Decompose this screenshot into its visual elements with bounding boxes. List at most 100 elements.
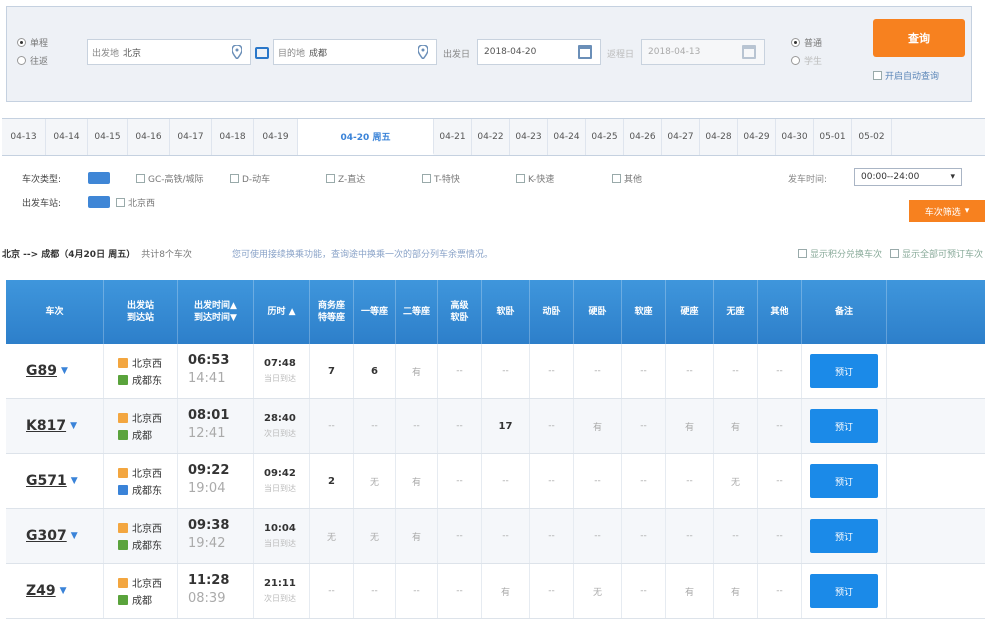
depart-field[interactable]: 2018-04-20	[477, 39, 601, 65]
seat-availability: --	[310, 564, 354, 618]
depart-time-select[interactable]: 00:00--24:00 ▾	[854, 168, 962, 186]
book-button[interactable]: 预订	[810, 464, 878, 498]
date-tab[interactable]: 04-20 周五	[298, 119, 434, 155]
trip-single-option[interactable]: 单程	[17, 33, 48, 51]
radio-icon[interactable]	[17, 55, 26, 65]
date-tab[interactable]: 04-16	[128, 119, 170, 155]
date-tab[interactable]: 04-19	[254, 119, 298, 155]
location-pin-icon[interactable]	[232, 45, 242, 59]
date-tab[interactable]: 04-27	[662, 119, 700, 155]
checkbox-icon[interactable]	[889, 248, 899, 258]
from-field[interactable]: 出发地 北京	[87, 39, 251, 65]
book-button[interactable]: 预订	[810, 519, 878, 553]
chevron-down-icon[interactable]: ▼	[70, 421, 77, 431]
date-tab[interactable]: 04-17	[170, 119, 212, 155]
book-button[interactable]: 预订	[810, 354, 878, 388]
search-button[interactable]: 查询	[873, 19, 965, 57]
column-header[interactable]: 历时 ▲	[254, 280, 310, 344]
result-count: 共计8个车次	[141, 249, 192, 260]
seat-availability: 有	[666, 399, 714, 453]
station-cell: 北京西 成都东	[104, 344, 178, 398]
date-tab[interactable]: 05-01	[814, 119, 852, 155]
duration-cell: 09:42 当日到达	[254, 454, 310, 508]
calendar-icon[interactable]	[578, 45, 592, 59]
from-input[interactable]: 北京	[123, 46, 250, 59]
chevron-down-icon[interactable]: ▼	[71, 531, 78, 541]
type-student-option[interactable]: 学生	[791, 51, 822, 69]
type-normal-option[interactable]: 普通	[791, 33, 822, 51]
transfer-hint[interactable]: 您可使用接续换乘功能，查询途中换乘一次的部分列车余票情况。	[232, 247, 493, 260]
date-tab[interactable]: 04-25	[586, 119, 624, 155]
filter-type-gc[interactable]: GC-高铁/城际	[136, 172, 204, 185]
departure-station-name: 北京西	[132, 359, 162, 370]
arrival-time: 19:04	[188, 481, 226, 496]
filter-type-label: D-动车	[242, 175, 271, 185]
auto-query-option[interactable]: 开启自动查询	[873, 69, 939, 82]
date-tab[interactable]: 04-24	[548, 119, 586, 155]
chevron-down-icon[interactable]: ▼	[60, 586, 67, 596]
train-number-link[interactable]: G307	[26, 528, 67, 544]
date-tab[interactable]: 04-21	[434, 119, 472, 155]
date-tab[interactable]: 04-18	[212, 119, 254, 155]
date-tab[interactable]: 04-14	[46, 119, 88, 155]
checkbox-icon[interactable]	[873, 71, 882, 80]
date-tab[interactable]: 04-29	[738, 119, 776, 155]
checkbox-icon[interactable]	[326, 174, 335, 183]
book-button[interactable]: 预订	[810, 574, 878, 608]
filter-type-t[interactable]: T-特快	[422, 172, 460, 185]
all-types-chip[interactable]	[88, 172, 110, 184]
column-header[interactable]: 出发时间▲ 到达时间▼	[178, 280, 254, 344]
seat-availability: --	[758, 399, 802, 453]
time-cell: 08:01 12:41	[178, 399, 254, 453]
date-tab[interactable]: 04-30	[776, 119, 814, 155]
type-student-label: 学生	[804, 56, 823, 67]
checkbox-icon[interactable]	[612, 174, 621, 183]
chevron-down-icon[interactable]: ▼	[61, 366, 68, 376]
checkbox-icon[interactable]	[422, 174, 431, 183]
date-tab[interactable]: 04-26	[624, 119, 662, 155]
return-field[interactable]: 2018-04-13	[641, 39, 765, 65]
checkbox-icon[interactable]	[516, 174, 525, 183]
to-input[interactable]: 成都	[309, 46, 436, 59]
seat-availability: --	[666, 454, 714, 508]
chevron-down-icon[interactable]: ▼	[71, 476, 78, 486]
train-number-link[interactable]: Z49	[26, 583, 56, 599]
trip-round-option[interactable]: 往返	[17, 51, 48, 69]
date-tab[interactable]: 04-28	[700, 119, 738, 155]
radio-icon[interactable]	[17, 37, 26, 47]
radio-icon[interactable]	[791, 37, 800, 47]
all-stations-chip[interactable]	[88, 196, 110, 208]
book-button[interactable]: 预订	[810, 409, 878, 443]
checkbox-icon[interactable]	[797, 248, 807, 258]
radio-icon[interactable]	[791, 55, 800, 65]
arrival-station-name: 成都东	[132, 376, 162, 387]
calendar-icon[interactable]	[742, 45, 756, 59]
filter-type-d[interactable]: D-动车	[230, 172, 270, 185]
swap-icon[interactable]	[255, 47, 269, 59]
train-cell: K817 ▼	[6, 399, 104, 453]
seat-availability: 有	[714, 399, 758, 453]
checkbox-icon[interactable]	[136, 174, 145, 183]
train-number-link[interactable]: G571	[26, 473, 67, 489]
end-station-icon	[118, 374, 128, 385]
filter-button[interactable]: 车次筛选 ▾	[909, 200, 985, 222]
seat-availability: --	[758, 454, 802, 508]
end-station-icon	[118, 539, 128, 550]
end-station-icon	[118, 594, 128, 605]
date-tab[interactable]: 05-02	[852, 119, 892, 155]
location-pin-icon[interactable]	[418, 45, 428, 59]
date-tab[interactable]: 04-23	[510, 119, 548, 155]
filter-type-other[interactable]: 其他	[612, 172, 642, 185]
filter-type-k[interactable]: K-快速	[516, 172, 554, 185]
train-number-link[interactable]: K817	[26, 418, 66, 434]
search-panel: 单程 往返 出发地 北京 目的地 成都 出发日 2018-04-20 返程日 2…	[6, 6, 972, 102]
date-tab[interactable]: 04-13	[2, 119, 46, 155]
date-tab[interactable]: 04-15	[88, 119, 128, 155]
filter-station-option[interactable]: 北京西	[116, 196, 155, 209]
filter-type-z[interactable]: Z-直达	[326, 172, 365, 185]
checkbox-icon[interactable]	[230, 174, 239, 183]
date-tab[interactable]: 04-22	[472, 119, 510, 155]
checkbox-icon[interactable]	[116, 198, 125, 207]
train-number-link[interactable]: G89	[26, 363, 57, 379]
to-field[interactable]: 目的地 成都	[273, 39, 437, 65]
